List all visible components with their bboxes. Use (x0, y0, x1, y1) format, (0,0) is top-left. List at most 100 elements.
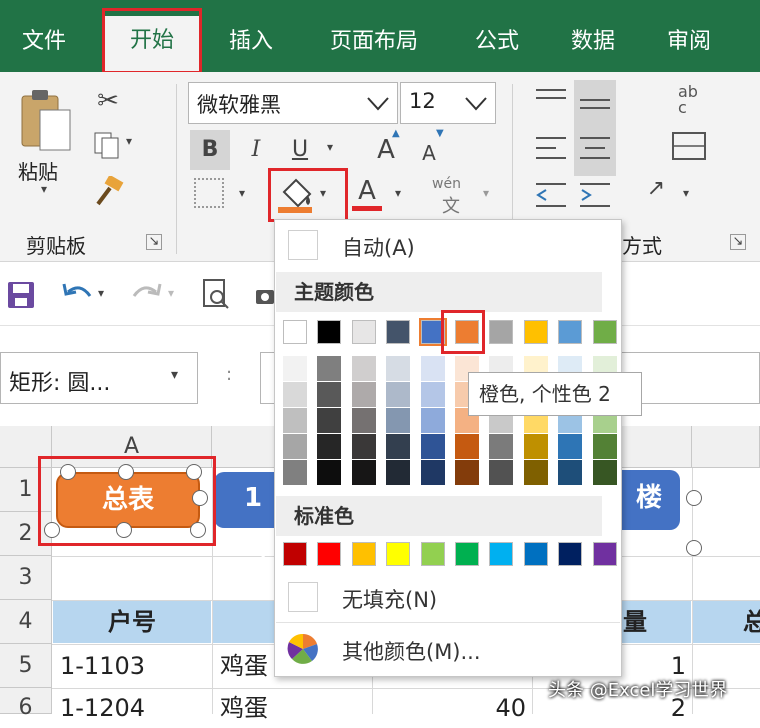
theme-shade-swatch[interactable] (421, 382, 445, 407)
standard-color-swatch[interactable] (317, 542, 341, 566)
save-icon[interactable] (6, 280, 36, 310)
theme-shade-swatch[interactable] (352, 434, 376, 459)
theme-shade-swatch[interactable] (593, 460, 617, 485)
cut-icon[interactable]: ✂ (92, 86, 124, 118)
cell-b5[interactable]: 鸡蛋 (220, 644, 268, 688)
borders-icon[interactable] (194, 178, 224, 208)
theme-color-swatch[interactable] (593, 320, 617, 344)
row-header-6[interactable]: 6 (0, 688, 52, 720)
dialog-launcher-icon[interactable]: ↘ (146, 234, 162, 250)
copy-button[interactable]: ▾ (92, 130, 142, 160)
theme-color-swatch[interactable] (317, 320, 341, 344)
format-painter-icon[interactable] (92, 174, 124, 208)
chevron-down-icon[interactable]: ▾ (320, 140, 340, 154)
theme-shade-swatch[interactable] (558, 434, 582, 459)
name-box[interactable]: 矩形: 圆... ▾ (0, 352, 198, 404)
standard-color-swatch[interactable] (489, 542, 513, 566)
paste-button[interactable]: 粘贴 ▾ (14, 86, 76, 196)
shape-building-button[interactable]: 楼 (618, 470, 680, 530)
theme-shade-swatch[interactable] (317, 434, 341, 459)
cell-c6[interactable]: 40 (380, 688, 526, 728)
font-size-box[interactable]: 12 (400, 82, 496, 124)
tab-formulas[interactable]: 公式 (462, 22, 532, 62)
theme-shade-swatch[interactable] (317, 460, 341, 485)
standard-color-swatch[interactable] (386, 542, 410, 566)
font-color-button[interactable]: A (352, 176, 382, 206)
theme-color-swatch[interactable] (489, 320, 513, 344)
dialog-launcher-icon[interactable]: ↘ (730, 234, 746, 250)
theme-color-swatch[interactable] (386, 320, 410, 344)
phonetic-button[interactable]: wén 文 (428, 176, 474, 217)
wrap-text-button[interactable]: ab c (670, 82, 710, 118)
theme-color-swatch[interactable] (558, 320, 582, 344)
standard-color-swatch[interactable] (283, 542, 307, 566)
standard-color-swatch[interactable] (421, 542, 445, 566)
theme-shade-swatch[interactable] (283, 408, 307, 433)
theme-shade-swatch[interactable] (524, 460, 548, 485)
theme-shade-swatch[interactable] (593, 434, 617, 459)
theme-shade-swatch[interactable] (489, 434, 513, 459)
theme-shade-swatch[interactable] (455, 434, 479, 459)
standard-color-swatch[interactable] (524, 542, 548, 566)
tab-data[interactable]: 数据 (558, 22, 628, 62)
bold-button[interactable]: B (190, 130, 230, 170)
theme-shade-swatch[interactable] (317, 382, 341, 407)
decrease-indent-icon[interactable] (534, 180, 568, 210)
undo-icon[interactable] (60, 280, 94, 310)
theme-shade-swatch[interactable] (283, 356, 307, 381)
chevron-down-icon[interactable]: ▾ (98, 286, 104, 300)
align-left-icon[interactable] (534, 134, 568, 164)
increase-indent-icon[interactable] (578, 180, 612, 210)
theme-color-swatch[interactable] (524, 320, 548, 344)
theme-shade-swatch[interactable] (421, 408, 445, 433)
tab-review[interactable]: 审阅 (654, 22, 724, 62)
theme-shade-swatch[interactable] (421, 434, 445, 459)
menu-item-no-fill[interactable]: 无填充(N) (276, 574, 620, 620)
theme-shade-swatch[interactable] (489, 460, 513, 485)
tab-insert[interactable]: 插入 (216, 22, 286, 62)
chevron-down-icon[interactable]: ▾ (676, 186, 696, 200)
standard-color-swatch[interactable] (558, 542, 582, 566)
chevron-down-icon[interactable]: ▾ (476, 186, 496, 200)
font-name-box[interactable]: 微软雅黑 (188, 82, 398, 124)
row-header-4[interactable]: 4 (0, 600, 52, 644)
cell-a6[interactable]: 1-1204 (60, 688, 145, 728)
theme-shade-swatch[interactable] (352, 356, 376, 381)
underline-button[interactable]: U (280, 130, 320, 170)
row-header-3[interactable]: 3 (0, 556, 52, 600)
cell-b6[interactable]: 鸡蛋 (220, 688, 268, 728)
standard-color-swatch[interactable] (593, 542, 617, 566)
theme-shade-swatch[interactable] (352, 408, 376, 433)
header-cell-household[interactable]: 户号 (53, 601, 211, 643)
theme-shade-swatch[interactable] (386, 382, 410, 407)
theme-shade-swatch[interactable] (421, 356, 445, 381)
redo-icon[interactable] (130, 280, 164, 310)
cell-a5[interactable]: 1-1103 (60, 644, 145, 688)
menu-item-automatic[interactable]: 自动(A) (276, 222, 620, 268)
resize-handle[interactable] (686, 490, 702, 506)
theme-shade-swatch[interactable] (386, 460, 410, 485)
theme-shade-swatch[interactable] (524, 434, 548, 459)
chevron-down-icon[interactable]: ▾ (168, 286, 174, 300)
theme-shade-swatch[interactable] (386, 356, 410, 381)
camera-icon[interactable] (254, 284, 274, 308)
theme-color-swatch[interactable] (283, 320, 307, 344)
align-top-icon[interactable] (534, 86, 568, 114)
orientation-icon[interactable]: ↗ (636, 176, 676, 210)
theme-shade-swatch[interactable] (386, 434, 410, 459)
theme-shade-swatch[interactable] (317, 356, 341, 381)
tab-file[interactable]: 文件 (6, 22, 82, 62)
theme-color-swatch[interactable] (352, 320, 376, 344)
shrink-font-button[interactable]: A (414, 136, 444, 170)
italic-button[interactable]: I (236, 130, 276, 170)
menu-item-more-colors[interactable]: 其他颜色(M)... (276, 626, 620, 672)
standard-color-swatch[interactable] (455, 542, 479, 566)
chevron-down-icon[interactable]: ▾ (232, 186, 252, 200)
theme-shade-swatch[interactable] (283, 460, 307, 485)
header-cell-total[interactable]: 总 (693, 601, 760, 643)
standard-color-swatch[interactable] (352, 542, 376, 566)
theme-shade-swatch[interactable] (558, 460, 582, 485)
theme-shade-swatch[interactable] (455, 460, 479, 485)
theme-shade-swatch[interactable] (317, 408, 341, 433)
theme-shade-swatch[interactable] (283, 434, 307, 459)
